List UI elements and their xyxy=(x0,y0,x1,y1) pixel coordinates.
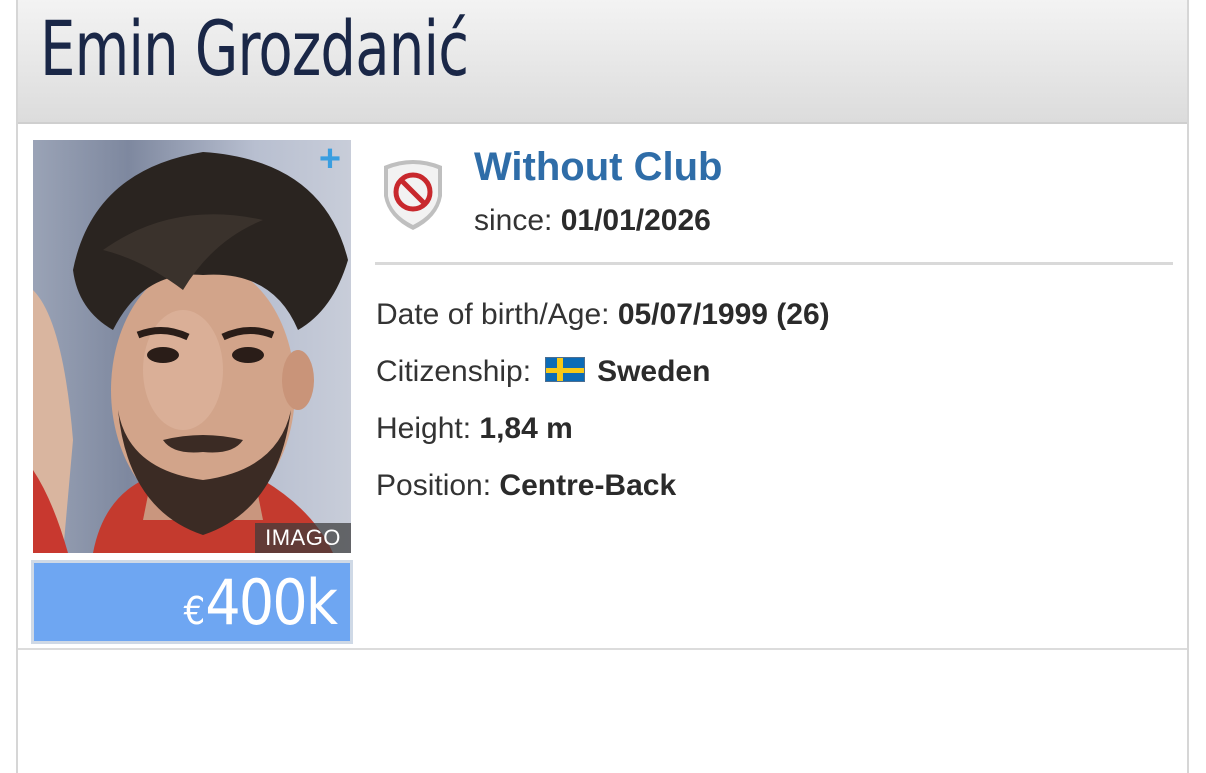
dob-value: 05/07/1999 (26) xyxy=(617,298,830,331)
market-value-currency: € xyxy=(183,589,206,633)
citizenship-label: Citizenship: xyxy=(376,355,532,388)
height-value: 1,84 m xyxy=(479,412,573,445)
club-since-value: 01/01/2026 xyxy=(560,204,711,237)
club-since-label: since: xyxy=(474,204,553,237)
sweden-flag-icon xyxy=(545,357,586,382)
club-name-link[interactable]: Without Club xyxy=(474,142,722,192)
info-row-dob: Date of birth/Age: 05/07/1999 (26) xyxy=(376,294,830,336)
right-border xyxy=(1187,0,1189,773)
market-value-amount: 400k xyxy=(205,566,338,639)
player-portrait-image xyxy=(33,152,348,553)
player-photo[interactable]: + IMAGO xyxy=(33,140,351,553)
citizenship-value: Sweden xyxy=(597,355,711,388)
info-row-position: Position: Centre-Back xyxy=(376,465,676,507)
info-row-height: Height: 1,84 m xyxy=(376,408,573,450)
plus-icon[interactable]: + xyxy=(315,140,345,178)
position-label: Position: xyxy=(376,469,492,502)
position-value: Centre-Back xyxy=(499,469,677,502)
market-value-box[interactable]: €400k xyxy=(31,560,353,644)
photo-credit: IMAGO xyxy=(255,523,351,553)
player-header: Emin Grozdanić xyxy=(18,0,1187,124)
player-profile-page: Emin Grozdanić + IMAGO €400k Without Clu… xyxy=(0,0,1206,773)
dob-label: Date of birth/Age: xyxy=(376,298,610,331)
section-divider xyxy=(375,262,1173,265)
player-card: + IMAGO €400k Without Club since: 01/01/… xyxy=(18,126,1187,650)
info-row-citizenship: Citizenship: Sweden xyxy=(376,351,710,393)
player-name: Emin Grozdanić xyxy=(40,4,469,93)
no-club-shield-icon xyxy=(380,156,446,232)
club-since: since: 01/01/2026 xyxy=(474,200,711,242)
height-label: Height: xyxy=(376,412,472,445)
